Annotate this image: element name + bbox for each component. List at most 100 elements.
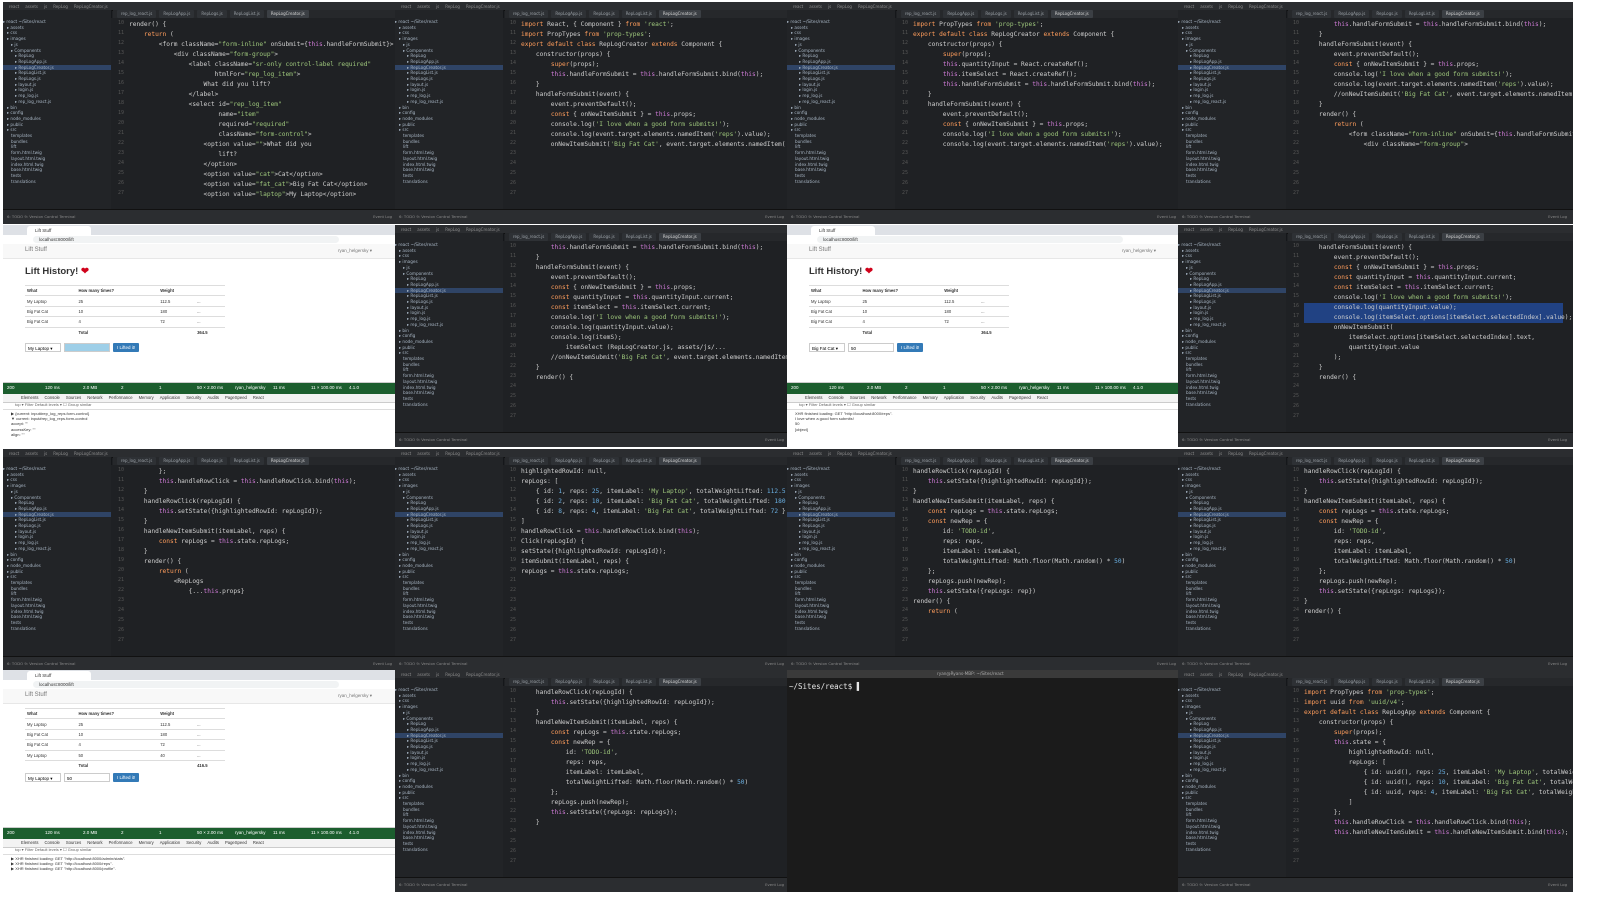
editor-tab[interactable]: RepLogList.js <box>1404 678 1439 686</box>
devtools-tab[interactable]: React <box>253 839 264 847</box>
breadcrumb-item[interactable]: react <box>401 4 411 9</box>
code-editor[interactable]: import React, { Component } from 'react'… <box>521 20 790 210</box>
status-tool-windows[interactable]: 6: TODO 9: Version Control Terminal <box>399 437 467 442</box>
devtools-tab[interactable]: Application <box>944 394 965 402</box>
breadcrumb-item[interactable]: react <box>1184 4 1194 9</box>
editor-tab[interactable]: RepLogList.js <box>621 457 656 465</box>
editor-tab[interactable]: RepLogList.js <box>1404 457 1439 465</box>
table-row[interactable]: Big Fat Cat 10 180... <box>25 305 225 317</box>
editor-tab[interactable]: RepLogApp.js <box>1334 233 1370 241</box>
editor-tab[interactable]: RepLogApp.js <box>159 10 195 18</box>
devtools-tab[interactable]: React <box>1037 394 1048 402</box>
code-editor[interactable]: import PropTypes from 'prop-types'; expor… <box>913 20 1172 210</box>
editor-tab[interactable]: rep_log_react.js <box>1292 457 1332 465</box>
event-log-button[interactable]: Event Log <box>373 214 392 219</box>
submit-button[interactable]: I Lifted it! <box>113 773 140 782</box>
item-select[interactable]: My Laptop ▾ <box>25 343 61 352</box>
breadcrumb-item[interactable]: assets <box>1200 451 1213 456</box>
toolbar-item[interactable]: 50 × 2.00 ms <box>197 830 223 835</box>
breadcrumb-item[interactable]: RepLog <box>445 4 460 9</box>
breadcrumb-item[interactable]: assets <box>1200 227 1213 232</box>
table-row[interactable]: My Laptop 50 40... <box>25 749 225 761</box>
console-filter[interactable]: top ▾ Filter Default levels ▾ ☐ Group si… <box>3 847 398 855</box>
editor-tab[interactable]: rep_log_react.js <box>117 457 157 465</box>
table-row[interactable]: Big Fat Cat 10 180... <box>25 728 225 740</box>
code-editor[interactable]: handleRowClick(repLogId) { this.setState… <box>913 467 1172 657</box>
toolbar-item[interactable]: 2 <box>905 385 908 390</box>
status-tool-windows[interactable]: 6: TODO 9: Version Control Terminal <box>399 214 467 219</box>
toolbar-item[interactable]: 1 <box>159 830 162 835</box>
breadcrumb-item[interactable]: react <box>9 4 19 9</box>
devtools-tab[interactable]: Network <box>87 394 102 402</box>
editor-tab[interactable]: RepLogs.js <box>589 678 619 686</box>
breadcrumb-item[interactable]: RepLogCreator.js <box>858 451 892 456</box>
editor-tab[interactable]: RepLogs.js <box>1372 10 1402 18</box>
editor-tab[interactable]: RepLogList.js <box>1013 457 1048 465</box>
table-row[interactable]: My Laptop 25 112.5... <box>25 718 225 730</box>
breadcrumb-item[interactable]: js <box>828 4 831 9</box>
toolbar-item[interactable]: ryan_helgersky <box>235 385 266 390</box>
toolbar-item[interactable]: 1 <box>943 385 946 390</box>
console-filter[interactable]: top ▾ Filter Default levels ▾ ☐ Group si… <box>3 402 398 410</box>
browser-tab[interactable]: Lift Stuff <box>27 671 91 680</box>
tree-item[interactable]: translations <box>1178 179 1286 185</box>
devtools-tab[interactable]: Sources <box>66 394 81 402</box>
code-editor[interactable]: handleFormSubmit(event) { event.preventD… <box>1304 243 1572 433</box>
toolbar-item[interactable]: 200 <box>7 830 15 835</box>
item-select[interactable]: Big Fat Cat ▾ <box>809 343 845 352</box>
toolbar-item[interactable]: 2.0 MB <box>867 385 881 390</box>
toolbar-item[interactable]: 4.1.0 <box>349 385 359 390</box>
event-log-button[interactable]: Event Log <box>1548 882 1567 887</box>
toolbar-item[interactable]: 4.1.0 <box>1133 385 1143 390</box>
tree-item[interactable]: translations <box>787 179 895 185</box>
editor-tab[interactable]: RepLogApp.js <box>551 10 587 18</box>
tree-item[interactable]: translations <box>787 626 895 632</box>
editor-tab[interactable]: RepLogs.js <box>589 233 619 241</box>
breadcrumb-item[interactable]: assets <box>417 672 430 677</box>
editor-tab[interactable]: RepLogCreator.js <box>658 233 701 241</box>
breadcrumb-item[interactable]: js <box>828 451 831 456</box>
toolbar-item[interactable]: 2 <box>121 830 124 835</box>
site-brand[interactable]: Lift Stuff <box>809 247 831 253</box>
devtools-tab[interactable]: Sources <box>66 839 81 847</box>
devtools-tab[interactable]: Application <box>160 394 181 402</box>
devtools-tab[interactable]: Security <box>186 394 201 402</box>
editor-tab[interactable]: rep_log_react.js <box>901 10 941 18</box>
user-menu[interactable]: ryan_helgersky ▾ <box>338 248 372 254</box>
code-editor[interactable]: import PropTypes from 'prop-types'; impor… <box>1304 688 1573 878</box>
devtools-tab[interactable]: Sources <box>850 394 865 402</box>
editor-tab[interactable]: RepLogCreator.js <box>658 457 701 465</box>
status-tool-windows[interactable]: 6: TODO 9: Version Control Terminal <box>791 661 859 666</box>
editor-tab[interactable]: RepLogApp.js <box>551 457 587 465</box>
table-row[interactable]: Big Fat Cat 4 72... <box>25 316 225 327</box>
tree-item[interactable]: translations <box>1178 626 1286 632</box>
devtools-tab[interactable]: Memory <box>139 394 154 402</box>
reps-input[interactable] <box>64 343 110 352</box>
editor-tab[interactable]: rep_log_react.js <box>509 10 549 18</box>
breadcrumb-item[interactable]: RepLog <box>445 672 460 677</box>
devtools-tab[interactable]: Security <box>186 839 201 847</box>
editor-tab[interactable]: RepLogApp.js <box>551 233 587 241</box>
breadcrumb-item[interactable]: assets <box>417 4 430 9</box>
breadcrumb-item[interactable]: js <box>436 451 439 456</box>
toolbar-item[interactable]: 120 ms <box>829 385 844 390</box>
tree-item[interactable]: translations <box>1178 402 1286 408</box>
devtools-tab[interactable]: Elements <box>21 839 38 847</box>
devtools-tab[interactable]: React <box>253 394 264 402</box>
submit-button[interactable]: I Lifted it! <box>113 343 140 352</box>
status-tool-windows[interactable]: 6: TODO 9: Version Control Terminal <box>7 214 75 219</box>
devtools-tab[interactable]: Network <box>871 394 886 402</box>
toolbar-item[interactable]: 11 ms <box>273 385 285 390</box>
devtools-tab[interactable]: Audits <box>207 839 219 847</box>
breadcrumb-item[interactable]: assets <box>25 451 38 456</box>
editor-tab[interactable]: RepLogList.js <box>621 10 656 18</box>
status-tool-windows[interactable]: 6: TODO 9: Version Control Terminal <box>1182 214 1250 219</box>
devtools-tab[interactable]: Performance <box>109 394 133 402</box>
breadcrumb-item[interactable]: react <box>401 672 411 677</box>
toolbar-item[interactable]: ryan_helgersky <box>1019 385 1050 390</box>
code-editor[interactable]: this.handleFormSubmit = this.handleFormS… <box>1304 20 1573 210</box>
breadcrumb-item[interactable]: js <box>436 672 439 677</box>
editor-tab[interactable]: RepLogList.js <box>621 678 656 686</box>
item-select[interactable]: My Laptop ▾ <box>25 773 61 782</box>
editor-tab[interactable]: rep_log_react.js <box>117 10 157 18</box>
